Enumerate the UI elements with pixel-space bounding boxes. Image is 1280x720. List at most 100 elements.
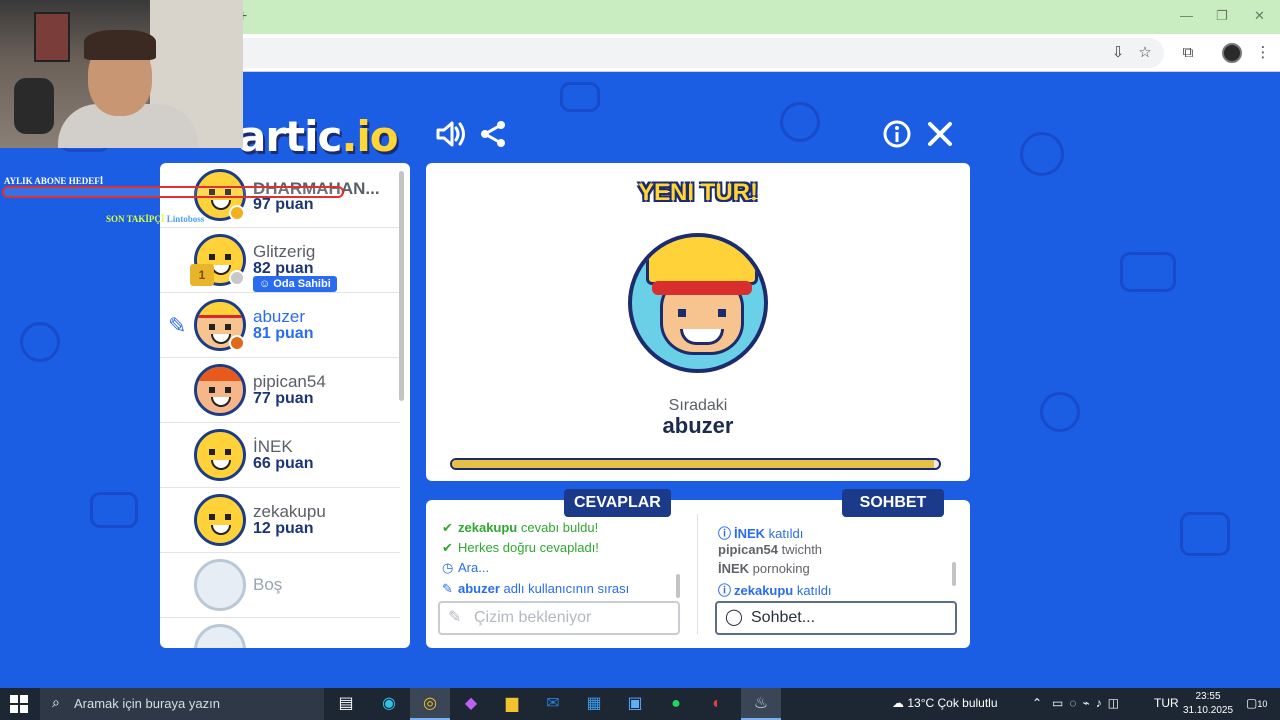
answer-input[interactable]: ✎ Çizim bekleniyor xyxy=(438,601,680,635)
player-name: Boş xyxy=(253,575,283,594)
player-avatar xyxy=(194,494,246,546)
background-doodle xyxy=(90,492,138,528)
game-logo: artic.io xyxy=(238,112,399,161)
trophy-icon: 1 xyxy=(190,264,214,286)
next-player-avatar xyxy=(628,233,768,373)
task-view-icon[interactable]: ▤ xyxy=(326,688,366,720)
microphone-icon xyxy=(14,78,54,134)
status-badge xyxy=(229,205,245,221)
background-doodle xyxy=(20,322,60,362)
restore-button[interactable]: ❐ xyxy=(1216,8,1228,24)
copilot-icon[interactable]: ◆ xyxy=(451,688,491,720)
share-icon[interactable] xyxy=(477,118,509,150)
webcam-overlay xyxy=(0,0,243,148)
info-icon[interactable] xyxy=(881,118,913,150)
file-explorer-icon[interactable]: ▆ xyxy=(492,688,532,720)
answers-tab[interactable]: CEVAPLAR xyxy=(564,489,671,517)
new-round-title: YENI TUR! xyxy=(638,179,758,206)
answer-message: ✔ Herkes doğru cevapladı! xyxy=(442,540,599,555)
tray-icons[interactable]: ▭◌⌁♪◫ xyxy=(1052,696,1125,710)
star-icon[interactable]: ☆ xyxy=(1134,42,1156,64)
player-avatar xyxy=(194,429,246,481)
pencil-icon: ✎ xyxy=(168,313,187,338)
player-points: 12 puan xyxy=(253,520,314,537)
extensions-icon[interactable]: ⧉ xyxy=(1177,42,1199,64)
player-row[interactable]: ✎ abuzer 81 puan xyxy=(160,293,400,358)
weather-widget[interactable]: ☁ 13°C Çok bulutlu xyxy=(892,696,998,710)
steam-icon[interactable]: ♨ xyxy=(741,688,781,720)
background-doodle xyxy=(1180,512,1230,556)
spotify-icon[interactable]: ● xyxy=(656,688,696,720)
chat-message: İNEK pornoking xyxy=(718,561,810,576)
profile-icon[interactable] xyxy=(1222,43,1242,63)
panel-divider xyxy=(697,514,698,634)
menu-icon[interactable]: ⋮ xyxy=(1252,42,1274,64)
address-bar[interactable] xyxy=(230,38,1164,68)
player-name: İNEK xyxy=(253,437,293,456)
close-icon[interactable] xyxy=(924,118,956,150)
player-row[interactable]: İNEK 66 puan xyxy=(160,423,400,488)
answer-message: ✎ abuzer adlı kullanıcının sırası xyxy=(442,581,630,596)
start-button[interactable] xyxy=(10,695,28,713)
empty-avatar-icon xyxy=(194,559,246,611)
search-icon: ⌕ xyxy=(52,694,60,710)
status-badge xyxy=(229,270,245,286)
player-row[interactable]: zekakupu 12 puan xyxy=(160,488,400,553)
player-points: 97 puan xyxy=(253,196,314,213)
empty-avatar-icon xyxy=(194,624,246,648)
player-row[interactable]: pipican54 77 puan xyxy=(160,358,400,423)
round-card: YENI TUR! Sıradaki abuzer xyxy=(426,163,970,481)
minimize-button[interactable]: — xyxy=(1180,8,1193,23)
answers-scrollbar[interactable] xyxy=(676,574,680,598)
chat-input[interactable]: ◯ Sohbet... xyxy=(715,601,957,635)
subscriber-goal-bar xyxy=(2,186,344,198)
notification-icon[interactable]: ▢10 xyxy=(1246,696,1267,710)
player-points: 77 puan xyxy=(253,390,314,407)
check-icon: ✔ xyxy=(442,520,453,535)
pencil-icon: ✎ xyxy=(448,609,462,626)
taskbar-search[interactable]: ⌕ Aramak için buraya yazın xyxy=(40,688,324,720)
answers-chat-panel: CEVAPLAR SOHBET ✔ zekakupu cevabı buldu! … xyxy=(426,489,970,648)
edge-icon[interactable]: ◉ xyxy=(369,688,409,720)
check-icon: ✔ xyxy=(442,540,453,555)
outlook-icon[interactable]: ✉ xyxy=(533,688,573,720)
info-icon: ⓘ xyxy=(718,583,732,598)
install-icon[interactable]: ⇩ xyxy=(1107,42,1129,64)
chat-bubble-icon: ◯ xyxy=(725,609,743,626)
close-window-button[interactable]: ✕ xyxy=(1254,8,1265,24)
round-progress-bar xyxy=(450,458,941,470)
player-avatar xyxy=(194,364,246,416)
player-points: 66 puan xyxy=(253,455,314,472)
sound-icon[interactable] xyxy=(434,118,466,150)
background-doodle xyxy=(560,82,600,112)
clock[interactable]: 23:55 31.10.2025 xyxy=(1178,690,1238,718)
background-doodle xyxy=(1020,132,1064,176)
background-doodle xyxy=(780,102,820,142)
chat-scrollbar[interactable] xyxy=(952,562,956,586)
player-name: pipican54 xyxy=(253,372,326,391)
player-name: abuzer xyxy=(253,307,305,326)
tray-chevron-icon[interactable]: ⌃ xyxy=(1032,696,1042,710)
player-row[interactable]: 1 Glitzerig 82 puan ☺ Oda Sahibi xyxy=(160,228,400,293)
clock-icon: ◷ xyxy=(442,560,454,575)
pencil-icon: ✎ xyxy=(442,581,453,596)
chat-message: pipican54 twichth xyxy=(718,542,823,557)
input-language[interactable]: TUR xyxy=(1154,696,1179,710)
player-points: 81 puan xyxy=(253,325,314,342)
subscriber-goal-label: AYLIK ABONE HEDEFİ xyxy=(4,176,104,186)
answer-message: ✔ zekakupu cevabı buldu! xyxy=(442,520,599,535)
chat-tab[interactable]: SOHBET xyxy=(842,489,944,517)
player-list-scrollbar[interactable] xyxy=(399,171,404,401)
answer-message: ◷ Ara... xyxy=(442,560,490,575)
windows-taskbar: ⌕ Aramak için buraya yazın ▤ ◉ ◎ ◆ ▆ ✉ ▦… xyxy=(0,688,1280,720)
player-list: DHARMAHAN... 97 puan 1 Glitzerig 82 puan… xyxy=(160,163,410,648)
room-owner-tag: ☺ Oda Sahibi xyxy=(253,276,337,292)
background-doodle xyxy=(1120,252,1176,292)
chrome-icon[interactable]: ◎ xyxy=(410,688,450,720)
player-name: Glitzerig xyxy=(253,242,316,261)
app-icon[interactable]: ▣ xyxy=(615,688,655,720)
player-row-empty: Boş xyxy=(160,553,400,618)
store-icon[interactable]: ▦ xyxy=(574,688,614,720)
obs-icon[interactable]: ◐ xyxy=(697,688,737,720)
next-player-name: abuzer xyxy=(662,413,734,438)
